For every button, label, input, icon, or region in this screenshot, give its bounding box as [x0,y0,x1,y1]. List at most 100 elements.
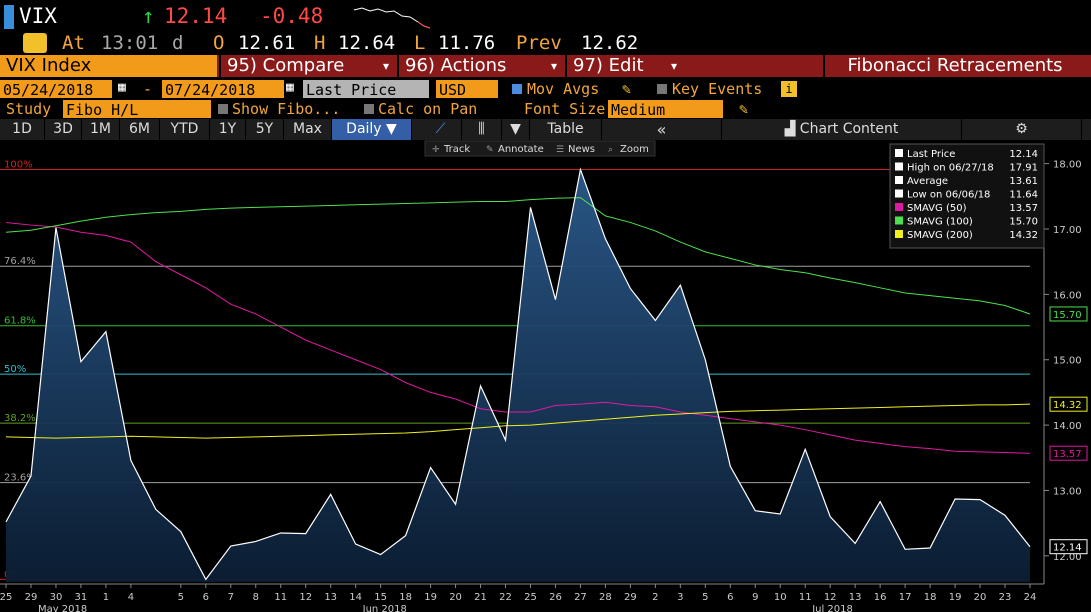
x-tick-label: 21 [474,592,487,603]
dropdown-icon: ▾ [382,59,389,73]
period-max[interactable]: Max [284,119,332,140]
chart-type-dropdown-icon[interactable]: ▼ [502,119,530,140]
y-tick-label: 13.00 [1053,486,1082,497]
edit-button[interactable]: 97) Edit ▾ [565,55,685,77]
actions-label: 96) Actions [405,55,507,76]
quote-header: VIX ↑ 12.14 -0.48 [0,0,1091,32]
legend-value: 13.61 [1009,176,1038,187]
x-tick-label: 22 [499,592,512,603]
currency-select[interactable]: USD [436,80,498,99]
pencil-icon[interactable]: ✎ [622,79,631,99]
calendar-icon[interactable]: ▦ [118,81,132,95]
font-size-label: Font Size [524,100,606,118]
legend-label: Average [907,176,948,187]
annotate-icon[interactable]: ✎ [486,145,494,155]
x-tick-label: 25 [0,592,12,603]
x-tick-label: 29 [624,592,637,603]
last-value-label: 14.32 [1053,400,1082,411]
chart-content-button[interactable]: ▟ Chart Content [722,119,962,140]
legend-swatch [895,189,903,198]
legend-label: SMAVG (200) [907,230,973,241]
date-range-bar: 05/24/2018 ▦ - 07/24/2018 ▦ Last Price U… [0,79,1091,99]
chart-toolbar: ✛ Track ✎ Annotate ☰ News ⌕ Zoom [424,140,656,157]
x-tick-label: 8 [253,592,259,603]
pencil-icon[interactable]: ✎ [739,99,748,119]
frequency-select[interactable]: Daily ▼ [332,119,412,140]
actions-button[interactable]: 96) Actions ▾ [397,55,565,77]
period-3d[interactable]: 3D [45,119,82,140]
x-tick-label: 24 [1024,592,1037,603]
key-events-label: Key Events [672,80,763,98]
security-field[interactable]: VIX Index [0,55,217,77]
last-price: 12.14 [164,4,228,28]
legend-value: 14.32 [1009,230,1038,241]
open-value: 12.61 [238,32,296,54]
price-field-select[interactable]: Last Price [303,80,429,99]
start-date-field[interactable]: 05/24/2018 [0,80,112,99]
mov-avgs-checkbox[interactable] [512,84,522,94]
quote-time: 13:01 [101,32,159,54]
chart-canvas[interactable]: 100%76.4%61.8%50%38.2%23.6%0% 12.0013.00… [0,140,1091,612]
open-label: O [213,32,225,54]
study-select[interactable]: Fibo H/L [63,100,211,119]
period-1d[interactable]: 1D [0,119,45,140]
chart-tool-zoom[interactable]: Zoom [620,144,649,155]
chart-tool-annotate[interactable]: Annotate [498,144,544,155]
chart-type-icon[interactable]: ⟋ [420,119,462,140]
x-tick-label: 11 [274,592,287,603]
period-5y[interactable]: 5Y [246,119,284,140]
font-size-select[interactable]: Medium [608,100,723,119]
legend-value: 15.70 [1009,217,1038,228]
last-value-label: 15.70 [1053,310,1082,321]
period-6m[interactable]: 6M [120,119,160,140]
x-tick-label: 17 [899,592,912,603]
dropdown-icon: ▾ [550,59,557,73]
gear-icon[interactable]: ⚙ [962,119,1082,140]
x-tick-label: 12 [824,592,837,603]
collapse-icon[interactable]: « [602,119,722,140]
x-tick-label: 23 [999,592,1012,603]
legend-swatch [895,216,903,225]
function-bar: VIX Index 95) Compare ▾ 96) Actions ▾ 97) … [0,55,1091,77]
legend-label: High on 06/27/18 [907,163,994,174]
zoom-icon[interactable]: ⌕ [608,145,613,155]
high-value: 12.64 [338,32,396,54]
x-tick-label: 30 [50,592,63,603]
y-tick-label: 17.00 [1053,225,1082,236]
calc-on-pan-checkbox[interactable] [364,104,374,114]
high-label: H [314,32,326,54]
calendar-icon[interactable]: ▦ [286,81,300,95]
table-button[interactable]: Table [530,119,602,140]
bar-type-icon[interactable]: ⫼ [462,119,502,140]
track-icon[interactable]: ✛ [432,145,440,155]
x-tick-label: 29 [25,592,38,603]
mov-avgs-label: Mov Avgs [527,80,600,98]
fib-level-label: 50% [4,364,26,375]
x-tick-label: 27 [574,592,587,603]
x-tick-label: 5 [178,592,184,603]
price-chart[interactable]: 100%76.4%61.8%50%38.2%23.6%0% 12.0013.00… [0,140,1091,612]
period-ytd[interactable]: YTD [160,119,210,140]
key-events-checkbox[interactable] [657,84,667,94]
period-1m[interactable]: 1M [82,119,120,140]
ticker-symbol[interactable]: VIX [19,0,57,32]
chart-tool-track[interactable]: Track [443,144,470,155]
chart-tool-news[interactable]: News [568,144,595,155]
legend-value: 11.64 [1009,190,1038,201]
prev-value: 12.62 [581,32,639,54]
legend-label: Last Price [907,149,955,160]
compare-button[interactable]: 95) Compare ▾ [219,55,397,77]
x-tick-label: 20 [974,592,987,603]
ticker-marker [4,5,14,29]
show-fibo-checkbox[interactable] [218,104,228,114]
legend-label: SMAVG (50) [907,203,967,214]
info-icon[interactable]: i [781,81,797,97]
chart-icon: ▟ [784,121,800,137]
period-1y[interactable]: 1Y [210,119,246,140]
end-date-field[interactable]: 07/24/2018 [162,80,284,99]
news-icon[interactable]: ☰ [556,145,564,155]
prev-label: Prev [516,32,562,54]
x-tick-label: 9 [752,592,758,603]
x-tick-label: 18 [924,592,937,603]
chart-legend: Last Price 12.14 High on 06/27/18 17.91 Aver… [889,143,1045,249]
